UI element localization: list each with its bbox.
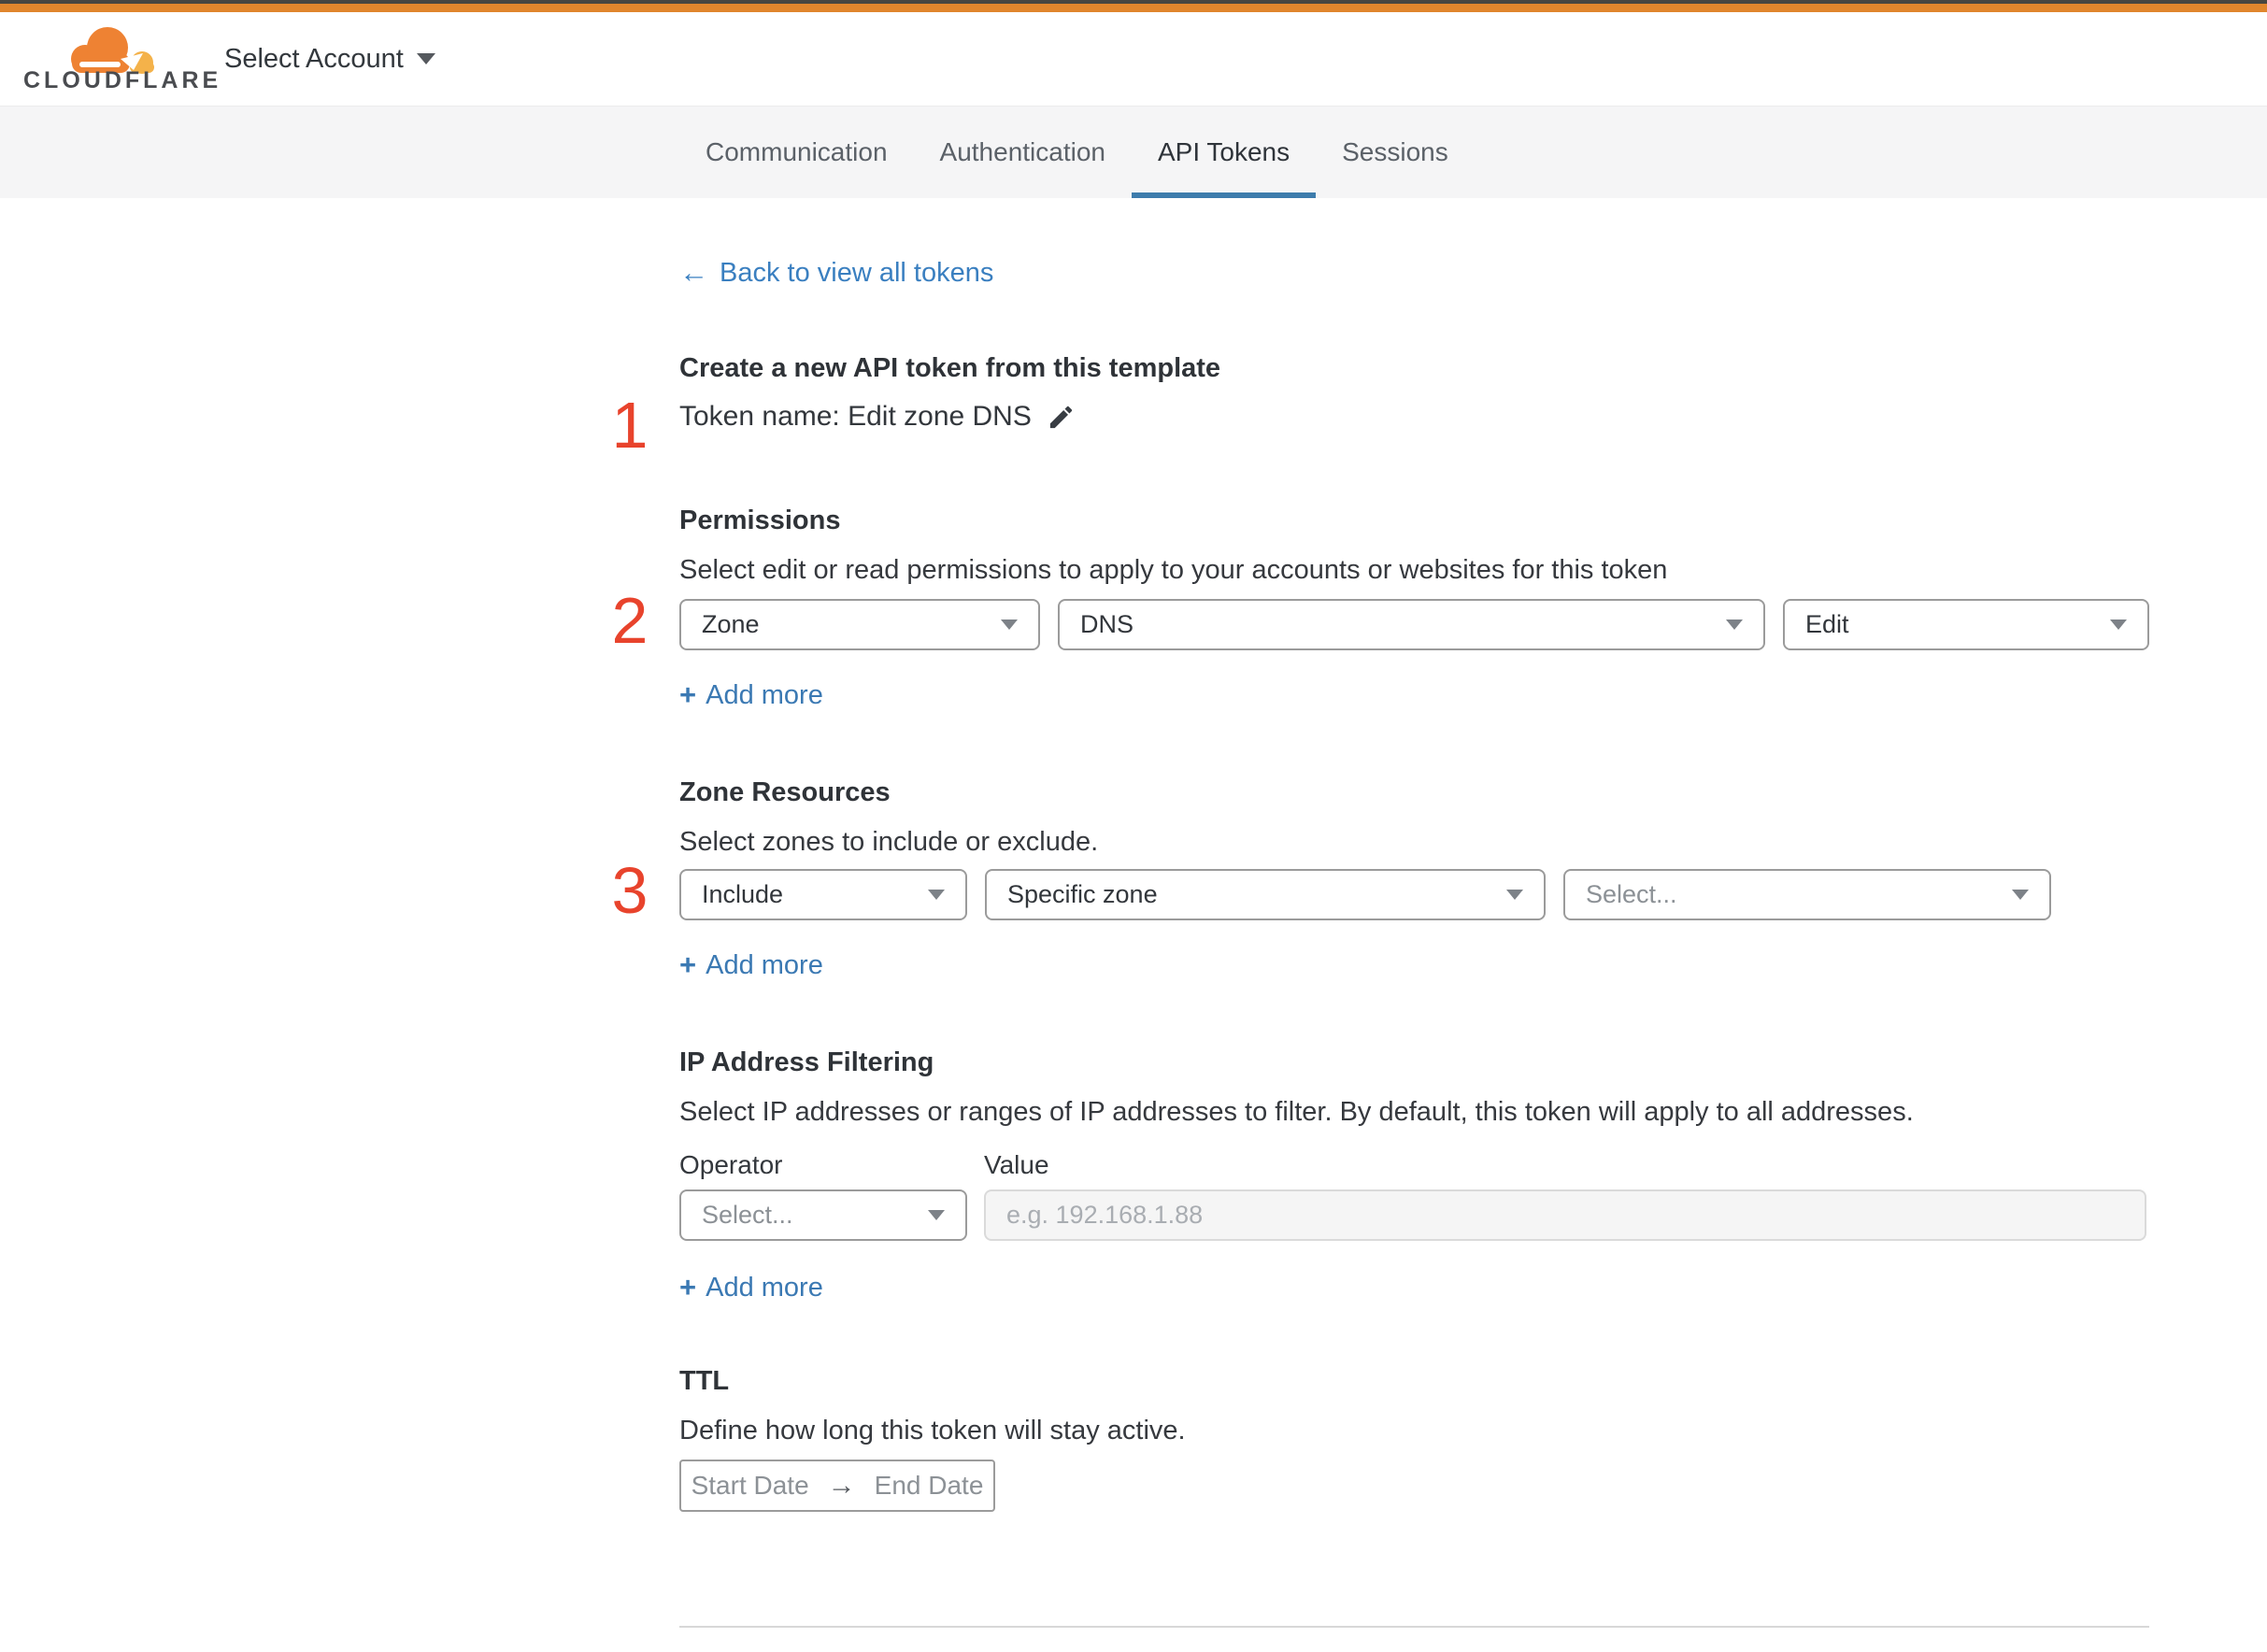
dropdown-value: Specific zone [1007, 880, 1158, 908]
right-arrow-icon: → [827, 1470, 856, 1501]
logo-wordmark: CLOUDFLARE [23, 67, 222, 93]
chevron-down-icon [1726, 620, 1743, 630]
ttl-date-range-picker[interactable]: Start Date → End Date [679, 1460, 995, 1512]
ip-operator-dropdown[interactable]: Select... [679, 1189, 967, 1241]
dropdown-value: Zone [702, 610, 760, 638]
account-selector[interactable]: Select Account [224, 12, 435, 106]
token-name-section: 1 Create a new API token from this templ… [612, 353, 2149, 458]
left-arrow-icon: ← [679, 256, 708, 289]
section-title-ttl: TTL [679, 1366, 730, 1396]
plus-icon: + [679, 678, 697, 711]
plus-icon: + [679, 948, 697, 981]
tab-bar: Communication Authentication API Tokens … [0, 107, 2267, 198]
permissions-add-more-button[interactable]: + Add more [679, 678, 823, 712]
tab-label: Communication [706, 137, 888, 166]
edit-pencil-icon[interactable] [1047, 403, 1076, 432]
account-selector-label: Select Account [224, 43, 404, 74]
start-date-placeholder: Start Date [691, 1471, 809, 1500]
annotation-2: 2 [611, 584, 649, 657]
section-title-create: Create a new API token from this templat… [679, 353, 1221, 383]
permission-resource-dropdown[interactable]: DNS [1058, 599, 1765, 650]
zone-resources-section: 3 Zone Resources Select zones to include… [612, 777, 2149, 982]
dropdown-value: Include [702, 880, 784, 908]
token-name-text: Token name: Edit zone DNS [679, 401, 1032, 432]
footer-divider [679, 1626, 2149, 1628]
back-link-label: Back to view all tokens [720, 257, 994, 288]
permission-scope-dropdown[interactable]: Zone [679, 599, 1040, 650]
back-link[interactable]: ← Back to view all tokens [679, 256, 993, 290]
dropdown-value: DNS [1080, 610, 1134, 638]
section-title-zone-resources: Zone Resources [679, 777, 891, 807]
permission-access-dropdown[interactable]: Edit [1783, 599, 2149, 650]
permissions-description: Select edit or read permissions to apply… [679, 555, 1668, 585]
chevron-down-icon [416, 53, 435, 64]
plus-icon: + [679, 1271, 697, 1303]
dropdown-placeholder: Select... [702, 1201, 793, 1229]
add-more-label: Add more [706, 1272, 823, 1303]
annotation-3: 3 [611, 854, 649, 927]
zone-include-dropdown[interactable]: Include [679, 869, 967, 920]
tab-sessions[interactable]: Sessions [1316, 107, 1475, 198]
add-more-label: Add more [706, 949, 823, 980]
ip-filtering-add-more-button[interactable]: + Add more [679, 1271, 823, 1304]
dropdown-value: Edit [1805, 610, 1849, 638]
dropdown-placeholder: Select... [1586, 880, 1677, 908]
chevron-down-icon [2110, 620, 2127, 630]
section-title-ip-filtering: IP Address Filtering [679, 1047, 934, 1077]
value-label: Value [984, 1150, 1049, 1179]
zone-resources-description: Select zones to include or exclude. [679, 827, 1099, 857]
tab-label: Sessions [1342, 137, 1448, 166]
chevron-down-icon [1506, 890, 1523, 900]
chevron-down-icon [928, 890, 945, 900]
chevron-down-icon [2012, 890, 2029, 900]
cloudflare-logo: CLOUDFLARE [23, 20, 218, 100]
permissions-section: 2 Permissions Select edit or read permis… [612, 506, 2149, 712]
ip-filtering-description: Select IP addresses or ranges of IP addr… [679, 1097, 1914, 1127]
zone-type-dropdown[interactable]: Specific zone [985, 869, 1546, 920]
app-header: CLOUDFLARE Select Account [0, 12, 2267, 107]
chevron-down-icon [928, 1210, 945, 1220]
zone-select-dropdown[interactable]: Select... [1563, 869, 2051, 920]
tab-api-tokens[interactable]: API Tokens [1132, 107, 1317, 198]
main-content: ← Back to view all tokens 1 Create a new… [612, 198, 2149, 1652]
ttl-description: Define how long this token will stay act… [679, 1416, 1186, 1446]
section-title-permissions: Permissions [679, 506, 841, 535]
tab-label: Authentication [939, 137, 1105, 166]
end-date-placeholder: End Date [874, 1471, 984, 1500]
add-more-label: Add more [706, 679, 823, 710]
operator-label: Operator [679, 1150, 783, 1179]
tab-label: API Tokens [1158, 137, 1290, 166]
tab-authentication[interactable]: Authentication [914, 107, 1132, 198]
ttl-section: TTL Define how long this token will stay… [679, 1366, 2149, 1512]
zone-resources-add-more-button[interactable]: + Add more [679, 948, 823, 982]
chevron-down-icon [1001, 620, 1018, 630]
tab-communication[interactable]: Communication [679, 107, 914, 198]
ip-value-input[interactable] [984, 1189, 2146, 1241]
annotation-1: 1 [611, 389, 649, 462]
top-orange-strip [0, 4, 2267, 12]
ip-filtering-section: IP Address Filtering Select IP addresses… [679, 1047, 2149, 1304]
